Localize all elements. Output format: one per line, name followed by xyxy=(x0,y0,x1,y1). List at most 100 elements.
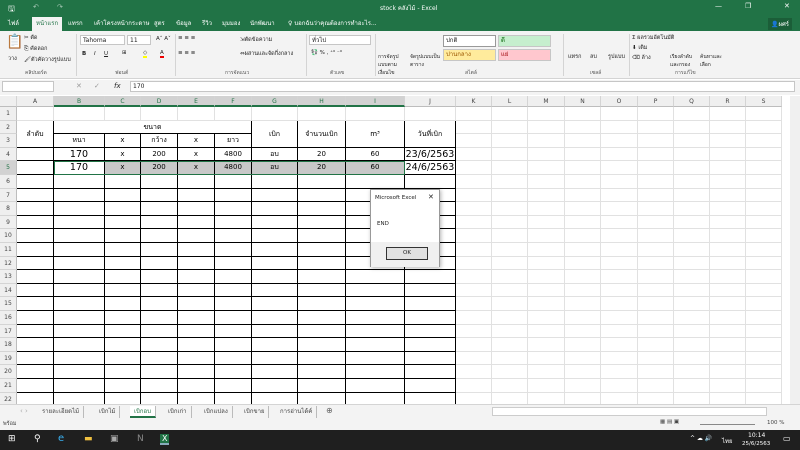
cell-B21[interactable] xyxy=(54,379,105,393)
cell-P13[interactable] xyxy=(638,270,674,284)
cell-F21[interactable] xyxy=(215,379,252,393)
cell-E13[interactable] xyxy=(178,270,215,284)
autosum-button[interactable]: Σ ผลรวมอัตโนมัติ xyxy=(632,34,674,42)
cell-C7[interactable] xyxy=(105,188,141,203)
cell-N10[interactable] xyxy=(565,229,601,243)
cell-I16[interactable] xyxy=(346,311,405,325)
cell-R15[interactable] xyxy=(710,297,746,311)
style-normal[interactable]: ปกติ xyxy=(443,35,496,47)
cell-D7[interactable] xyxy=(141,188,178,203)
row-header-13[interactable]: 13 xyxy=(0,270,17,284)
cell-K22[interactable] xyxy=(456,392,492,404)
cell-P19[interactable] xyxy=(638,351,674,366)
row-header-21[interactable]: 21 xyxy=(0,379,17,393)
cell-M14[interactable] xyxy=(528,283,565,298)
cell-S10[interactable] xyxy=(746,229,782,243)
cell-H18[interactable] xyxy=(298,338,346,352)
sheet-tab-5[interactable]: เบิกขาย xyxy=(240,406,270,418)
cell-K3[interactable] xyxy=(456,134,492,148)
cell-Q10[interactable] xyxy=(674,229,710,243)
undo-icon[interactable]: ↶ xyxy=(33,3,39,11)
cell-F7[interactable] xyxy=(215,188,252,203)
row-header-16[interactable]: 16 xyxy=(0,311,17,325)
cell-C17[interactable] xyxy=(105,324,141,339)
cell-N8[interactable] xyxy=(565,202,601,216)
fx-icon[interactable]: fx xyxy=(114,82,121,90)
tray-icons[interactable]: ^ ☁ 🔊 xyxy=(690,435,712,442)
cell-Q22[interactable] xyxy=(674,392,710,404)
search-icon[interactable]: ⚲ xyxy=(34,434,41,444)
cell-N4[interactable] xyxy=(565,147,601,162)
cell-L3[interactable] xyxy=(492,134,528,148)
row-header-18[interactable]: 18 xyxy=(0,338,17,352)
cell-B9[interactable] xyxy=(54,215,105,230)
cell-B7[interactable] xyxy=(54,188,105,203)
cell-L8[interactable] xyxy=(492,202,528,216)
header-order[interactable]: ลำดับ xyxy=(17,120,54,148)
cell-A1[interactable] xyxy=(17,107,54,121)
cell-C18[interactable] xyxy=(105,338,141,352)
clock-time[interactable]: 10:14 xyxy=(748,432,765,439)
cell-S11[interactable] xyxy=(746,243,782,257)
cell-F14[interactable] xyxy=(215,283,252,298)
cell-M4[interactable] xyxy=(528,147,565,162)
cell-G14[interactable] xyxy=(252,283,298,298)
cell-F10[interactable] xyxy=(215,229,252,243)
column-header-I[interactable]: I xyxy=(346,96,405,107)
cell-Q15[interactable] xyxy=(674,297,710,311)
row-header-22[interactable]: 22 xyxy=(0,392,17,404)
app-icon[interactable]: ▣ xyxy=(110,434,119,444)
cell-O14[interactable] xyxy=(601,283,638,298)
cell-K5[interactable] xyxy=(456,161,492,175)
cell-B18[interactable] xyxy=(54,338,105,352)
cell-G11[interactable] xyxy=(252,243,298,257)
cell-O17[interactable] xyxy=(601,324,638,339)
cell-S12[interactable] xyxy=(746,256,782,271)
cell-G20[interactable] xyxy=(252,365,298,379)
cell-Q14[interactable] xyxy=(674,283,710,298)
horizontal-scrollbar[interactable] xyxy=(492,407,767,416)
cell-N1[interactable] xyxy=(565,107,601,121)
cell-L18[interactable] xyxy=(492,338,528,352)
cell-Q4[interactable] xyxy=(674,147,710,162)
formula-input[interactable]: 170 xyxy=(130,81,795,92)
cell-S18[interactable] xyxy=(746,338,782,352)
cell-O19[interactable] xyxy=(601,351,638,366)
cell-J22[interactable] xyxy=(405,392,456,404)
cell-A10[interactable] xyxy=(17,229,54,243)
cell-D19[interactable] xyxy=(141,351,178,366)
cell-O6[interactable] xyxy=(601,175,638,189)
cell-P1[interactable] xyxy=(638,107,674,121)
cell-J21[interactable] xyxy=(405,379,456,393)
cell-D15[interactable] xyxy=(141,297,178,311)
sheet-tab-0[interactable]: รายละเอียดไม้ xyxy=(38,406,85,418)
tab-data[interactable]: ข้อมูล xyxy=(172,17,195,31)
cell-G18[interactable] xyxy=(252,338,298,352)
dialog-close-button[interactable]: ✕ xyxy=(428,193,434,201)
column-header-J[interactable]: J xyxy=(405,96,456,107)
cell-R18[interactable] xyxy=(710,338,746,352)
data-cell-J4[interactable]: 23/6/2563 xyxy=(405,147,456,162)
select-all-corner[interactable] xyxy=(0,96,17,107)
cell-G13[interactable] xyxy=(252,270,298,284)
ok-button[interactable]: OK xyxy=(386,247,428,260)
cell-M2[interactable] xyxy=(528,120,565,135)
cell-P4[interactable] xyxy=(638,147,674,162)
cell-G15[interactable] xyxy=(252,297,298,311)
bold-button[interactable]: B xyxy=(82,51,86,57)
cell-O13[interactable] xyxy=(601,270,638,284)
font-name-select[interactable]: Tahoma xyxy=(80,35,125,45)
cell-N21[interactable] xyxy=(565,379,601,393)
cell-A7[interactable] xyxy=(17,188,54,203)
cell-S13[interactable] xyxy=(746,270,782,284)
cell-M1[interactable] xyxy=(528,107,565,121)
cell-D14[interactable] xyxy=(141,283,178,298)
cell-R4[interactable] xyxy=(710,147,746,162)
row-header-8[interactable]: 8 xyxy=(0,202,17,216)
cell-D11[interactable] xyxy=(141,243,178,257)
cell-O16[interactable] xyxy=(601,311,638,325)
cell-H20[interactable] xyxy=(298,365,346,379)
style-neutral[interactable]: ปานกลาง xyxy=(443,49,496,61)
cell-H7[interactable] xyxy=(298,188,346,203)
cell-S3[interactable] xyxy=(746,134,782,148)
